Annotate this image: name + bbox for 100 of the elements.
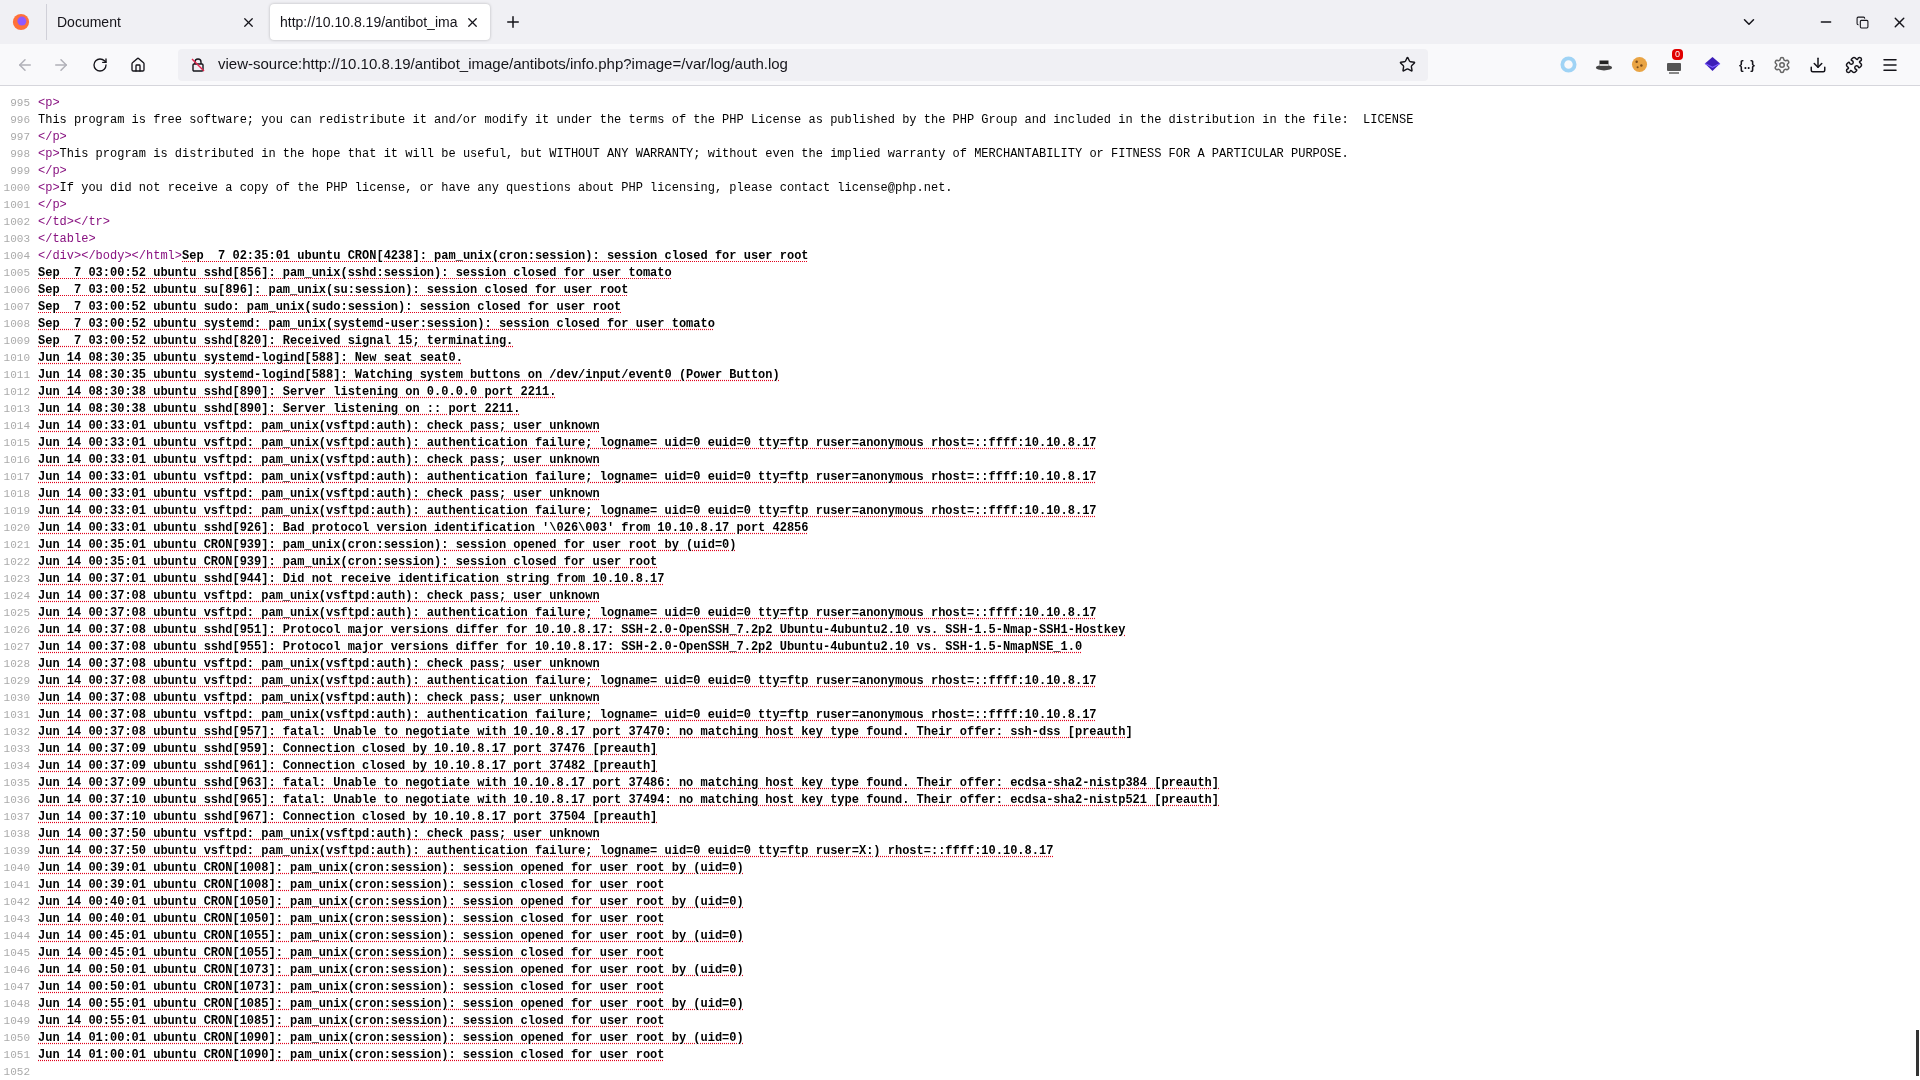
error-text: Sep 7 03:00:52 ubuntu su[896]: pam_unix(su:session): session closed for user root (38, 283, 629, 297)
extensions-icon[interactable] (1845, 55, 1863, 74)
error-text: Jun 14 00:37:09 ubuntu sshd[961]: Connection closed by 10.10.8.17 port 37482 [preauth] (38, 759, 658, 773)
error-text: Jun 14 00:33:01 ubuntu sshd[926]: Bad protocol version identification '\026\003' from 10.10.8.17 port 42856 (38, 521, 809, 535)
error-text: Jun 14 00:35:01 ubuntu CRON[939]: pam_unix(cron:session): session opened for user root by (uid=0) (38, 538, 737, 552)
browser-tab[interactable]: Document (46, 4, 266, 40)
error-text: Jun 14 00:37:08 ubuntu vsftpd: pam_unix(vsftpd:auth): authentication failure; logname= uid=0 euid=0 tty=ftp ruser=anonymous rhost=::ffff:10.10.8.17 (38, 606, 1097, 620)
error-text: Jun 14 00:45:01 ubuntu CRON[1055]: pam_unix(cron:session): session closed for user root (38, 946, 665, 960)
line-number: 1009 (2, 334, 31, 349)
error-text: Jun 14 00:37:08 ubuntu sshd[951]: Protocol major versions differ for 10.10.8.17: SSH-2.0-OpenSSH_7.2p2 Ubuntu-4ubuntu2.10 vs. SSH-1.5-Nmap-SSH1-Hostkey (38, 623, 1126, 637)
line-number: 1010 (2, 351, 31, 366)
browser-tab[interactable]: http://10.10.8.19/antibot_ima (270, 4, 490, 40)
html-tag: </table> (38, 232, 96, 246)
line-number: 1046 (2, 963, 31, 978)
line-number: 1019 (2, 504, 31, 519)
json-viewer-button[interactable]: {..} (1739, 55, 1755, 74)
error-text: Sep 7 03:00:52 ubuntu sudo: pam_unix(sudo:session): session closed for user root (38, 300, 622, 314)
error-text: Jun 14 00:37:50 ubuntu vsftpd: pam_unix(vsftpd:auth): authentication failure; logname= uid=0 euid=0 tty=ftp ruser=X:) rhost=::ffff:10.10.8.17 (38, 844, 1054, 858)
notification-badge: 0 (1672, 48, 1683, 60)
html-tag: <p> (38, 96, 60, 110)
error-text: Jun 14 08:30:38 ubuntu sshd[890]: Server listening on :: port 2211. (38, 402, 521, 416)
insecure-lock-icon (190, 56, 206, 73)
restore-icon[interactable] (1856, 15, 1869, 29)
line-number: 1043 (2, 912, 31, 927)
line-number: 1006 (2, 283, 31, 298)
error-text: Jun 14 00:37:08 ubuntu vsftpd: pam_unix(vsftpd:auth): check pass; user unknown (38, 657, 600, 671)
error-text: Jun 14 00:37:08 ubuntu vsftpd: pam_unix(vsftpd:auth): authentication failure; logname= uid=0 euid=0 tty=ftp ruser=anonymous rhost=::ffff:10.10.8.17 (38, 708, 1097, 722)
home-icon[interactable] (130, 56, 146, 73)
line-number: 1013 (2, 402, 31, 417)
line-number: 1023 (2, 572, 31, 587)
error-text: Jun 14 00:37:10 ubuntu sshd[967]: Connection closed by 10.10.8.17 port 37504 [preauth] (38, 810, 658, 824)
line-number: 1037 (2, 810, 31, 825)
line-number: 1027 (2, 640, 31, 655)
line-number: 1005 (2, 266, 31, 281)
extension-icon[interactable] (1666, 60, 1682, 75)
line-number: 1008 (2, 317, 31, 332)
error-text: Jun 14 00:37:08 ubuntu sshd[957]: fatal: Unable to negotiate with 10.10.8.17 port 37470: no matching host key type found. Their offer: ssh-dss [preauth] (38, 725, 1133, 739)
html-tag: <p> (38, 181, 60, 195)
error-text: Jun 14 00:33:01 ubuntu vsftpd: pam_unix(vsftpd:auth): authentication failure; logname= uid=0 euid=0 tty=ftp ruser=anonymous rhost=::ffff:10.10.8.17 (38, 470, 1097, 484)
line-number: 995 (9, 96, 31, 111)
line-number: 1014 (2, 419, 31, 434)
line-number: 1003 (2, 232, 31, 247)
source-text: If you did not receive a copy of the PHP license, or have any questions about PHP licensing, please contact license@php.net. (59, 181, 953, 195)
source-text: This program is free software; you can redistribute it and/or modify it under the terms of the PHP License as published by the PHP Group and included in the distribution in the file: LICENSE (38, 113, 1414, 127)
cookie-icon[interactable] (1631, 56, 1648, 73)
error-text: Jun 14 00:37:10 ubuntu sshd[965]: fatal: Unable to negotiate with 10.10.8.17 port 37494: no matching host key type found. Their offer: ecdsa-sha2-nistp521 [preauth] (38, 793, 1219, 807)
error-text: Jun 14 00:37:50 ubuntu vsftpd: pam_unix(vsftpd:auth): check pass; user unknown (38, 827, 600, 841)
line-number: 1016 (2, 453, 31, 468)
line-number: 1021 (2, 538, 31, 553)
settings-icon[interactable] (1773, 55, 1791, 74)
line-number: 1002 (2, 215, 31, 230)
browser-logo-icon (12, 13, 30, 31)
error-text: Jun 14 00:37:01 ubuntu sshd[944]: Did not receive identification string from 10.10.8.17 (38, 572, 665, 586)
error-text: Jun 14 01:00:01 ubuntu CRON[1090]: pam_unix(cron:session): session closed for user root (38, 1048, 665, 1062)
error-text: Jun 14 00:37:08 ubuntu vsftpd: pam_unix(vsftpd:auth): authentication failure; logname= uid=0 euid=0 tty=ftp ruser=anonymous rhost=::ffff:10.10.8.17 (38, 674, 1097, 688)
line-number: 1042 (2, 895, 31, 910)
error-text: Jun 14 00:55:01 ubuntu CRON[1085]: pam_unix(cron:session): session closed for user root (38, 1014, 665, 1028)
bookmark-star-icon[interactable] (1399, 56, 1416, 73)
line-number: 1051 (2, 1048, 31, 1063)
error-text: Sep 7 03:00:52 ubuntu sshd[856]: pam_unix(sshd:session): session closed for user tomato (38, 266, 672, 280)
html-tag: </p> (38, 130, 67, 144)
error-text: Jun 14 00:55:01 ubuntu CRON[1085]: pam_unix(cron:session): session opened for user root by (uid=0) (38, 997, 744, 1011)
line-number: 1007 (2, 300, 31, 315)
error-text: Jun 14 00:37:09 ubuntu sshd[963]: fatal: Unable to negotiate with 10.10.8.17 port 37486: no matching host key type found. Their offer: ecdsa-sha2-nistp384 [preauth] (38, 776, 1219, 790)
line-number: 1029 (2, 674, 31, 689)
line-number: 1028 (2, 657, 31, 672)
layers-icon[interactable] (1704, 56, 1721, 73)
line-number: 1017 (2, 470, 31, 485)
error-text: Jun 14 00:37:08 ubuntu vsftpd: pam_unix(vsftpd:auth): check pass; user unknown (38, 589, 600, 603)
error-text: Jun 14 08:30:35 ubuntu systemd-logind[588]: Watching system buttons on /dev/input/event0 (Power Button) (38, 368, 780, 382)
html-tag: </p> (38, 164, 67, 178)
error-text: Jun 14 01:00:01 ubuntu CRON[1090]: pam_unix(cron:session): session opened for user root by (uid=0) (38, 1031, 744, 1045)
line-number: 1011 (2, 368, 31, 383)
line-number: 1000 (2, 181, 31, 196)
line-number: 1039 (2, 844, 31, 859)
html-tag: </td></tr> (38, 215, 110, 229)
line-number: 1048 (2, 997, 31, 1012)
error-text: Jun 14 08:30:38 ubuntu sshd[890]: Server listening on 0.0.0.0 port 2211. (38, 385, 557, 399)
address-bar[interactable]: view-source:http://10.10.8.19/antibot_image/antibots/info.php?image=/var/log/auth.log (178, 48, 1428, 81)
source-text: This program is distributed in the hope that it will be useful, but WITHOUT ANY WARRANTY; without even the implied warranty of MERCHANTABILITY or FITNESS FOR A PARTICULAR PURPOSE. (59, 147, 1349, 161)
reload-icon[interactable] (92, 56, 108, 73)
line-number: 1018 (2, 487, 31, 502)
line-number: 1032 (2, 725, 31, 740)
scrollbar-thumb[interactable] (1916, 1030, 1919, 1076)
line-number: 997 (9, 130, 31, 145)
new-tab-icon[interactable] (504, 13, 522, 31)
line-number: 1001 (2, 198, 31, 213)
error-text: Jun 14 08:30:35 ubuntu systemd-logind[588]: New seat seat0. (38, 351, 463, 365)
download-icon[interactable] (1809, 55, 1827, 74)
line-number: 1033 (2, 742, 31, 757)
line-number: 999 (9, 164, 31, 179)
error-text: Jun 14 00:33:01 ubuntu vsftpd: pam_unix(vsftpd:auth): check pass; user unknown (38, 419, 600, 433)
line-number: 1025 (2, 606, 31, 621)
error-text: Jun 14 00:37:08 ubuntu vsftpd: pam_unix(vsftpd:auth): check pass; user unknown (38, 691, 600, 705)
line-number: 1036 (2, 793, 31, 808)
line-number: 1041 (2, 878, 31, 893)
line-number: 1024 (2, 589, 31, 604)
line-number: 1044 (2, 929, 31, 944)
error-text: Sep 7 02:35:01 ubuntu CRON[4238]: pam_unix(cron:session): session closed for user root (182, 249, 809, 263)
line-number: 1026 (2, 623, 31, 638)
